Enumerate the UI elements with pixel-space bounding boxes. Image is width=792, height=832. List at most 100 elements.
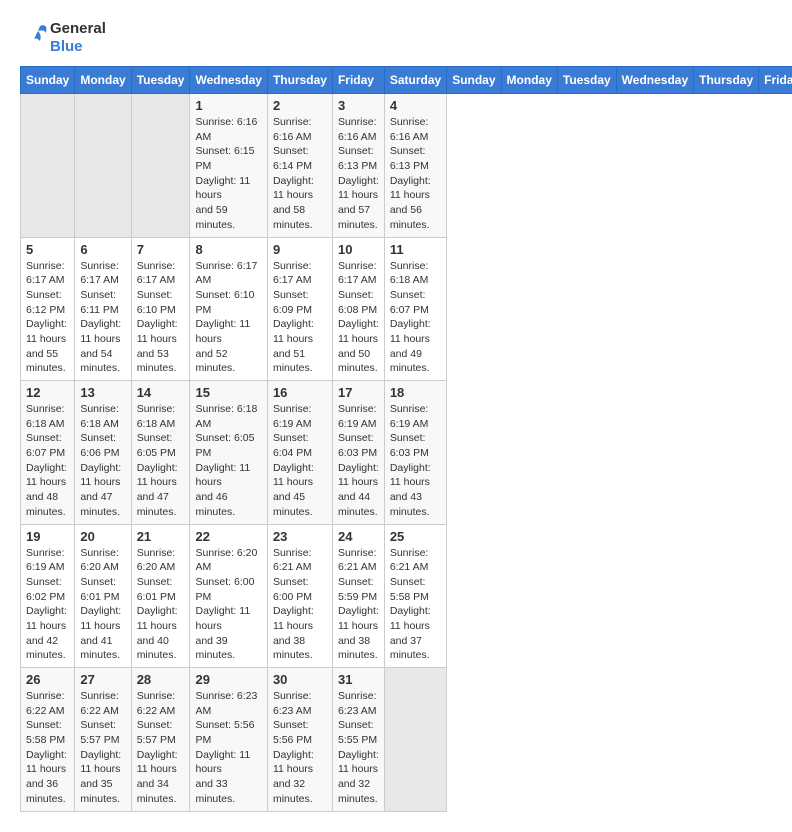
day-number: 13 (80, 385, 125, 400)
calendar-cell: 21Sunrise: 6:20 AM Sunset: 6:01 PM Dayli… (131, 524, 190, 668)
day-info: Sunrise: 6:21 AM Sunset: 5:59 PM Dayligh… (338, 546, 379, 664)
calendar-cell: 27 Sunrise: 6:22 AM Sunset: 5:57 PM Dayli… (75, 668, 131, 812)
day-number: 20 (80, 529, 125, 544)
day-number: 4 (390, 98, 441, 113)
logo-bird-icon (20, 21, 50, 56)
day-number: 3 (338, 98, 379, 113)
header-sunday: Sunday (447, 67, 501, 94)
header-wednesday: Wednesday (616, 67, 693, 94)
day-info: Sunrise: 6:23 AM Sunset: 5:55 PM Dayligh… (338, 689, 379, 807)
day-info: Sunrise: 6:17 AM Sunset: 6:12 PM Dayligh… (26, 259, 69, 377)
day-number: 7 (137, 242, 185, 257)
header-thursday: Thursday (267, 67, 332, 94)
calendar-cell: 7 Sunrise: 6:17 AM Sunset: 6:10 PM Daylig… (131, 237, 190, 381)
header-monday: Monday (501, 67, 557, 94)
day-info: Sunrise: 6:20 AM Sunset: 6:01 PM Dayligh… (137, 546, 185, 664)
day-number: 23 (273, 529, 327, 544)
day-number: 31 (338, 672, 379, 687)
header-sunday: Sunday (21, 67, 75, 94)
calendar-cell: 15 Sunrise: 6:18 AM Sunset: 6:05 PM Dayli… (190, 381, 267, 525)
day-number: 2 (273, 98, 327, 113)
day-info: Sunrise: 6:20 AM Sunset: 6:00 PM Dayligh… (195, 546, 261, 664)
calendar-cell: 8Sunrise: 6:17 AM Sunset: 6:10 PM Daylig… (190, 237, 267, 381)
day-info: Sunrise: 6:21 AM Sunset: 6:00 PM Dayligh… (273, 546, 327, 664)
day-number: 15 (195, 385, 261, 400)
day-number: 10 (338, 242, 379, 257)
header-friday: Friday (759, 67, 792, 94)
calendar-cell: 3 Sunrise: 6:16 AM Sunset: 6:13 PM Daylig… (332, 94, 384, 238)
day-info: Sunrise: 6:18 AM Sunset: 6:07 PM Dayligh… (390, 259, 441, 377)
calendar-cell: 20 Sunrise: 6:20 AM Sunset: 6:01 PM Dayli… (75, 524, 131, 668)
day-info: Sunrise: 6:18 AM Sunset: 6:07 PM Dayligh… (26, 402, 69, 520)
logo: General Blue (20, 20, 106, 56)
calendar-cell (131, 94, 190, 238)
logo-text: General Blue (50, 20, 106, 56)
logo-container: General Blue (20, 20, 106, 56)
calendar-cell: 31 Sunrise: 6:23 AM Sunset: 5:55 PM Dayli… (332, 668, 384, 812)
header-monday: Monday (75, 67, 131, 94)
calendar-cell: 18Sunrise: 6:19 AM Sunset: 6:03 PM Dayli… (384, 381, 446, 525)
calendar-cell: 10 Sunrise: 6:17 AM Sunset: 6:08 PM Dayli… (332, 237, 384, 381)
header-saturday: Saturday (384, 67, 446, 94)
day-info: Sunrise: 6:22 AM Sunset: 5:57 PM Dayligh… (137, 689, 185, 807)
day-info: Sunrise: 6:18 AM Sunset: 6:06 PM Dayligh… (80, 402, 125, 520)
calendar-cell (75, 94, 131, 238)
day-number: 27 (80, 672, 125, 687)
day-number: 30 (273, 672, 327, 687)
day-number: 22 (195, 529, 261, 544)
calendar-cell: 4 Sunrise: 6:16 AM Sunset: 6:13 PM Daylig… (384, 94, 446, 238)
day-number: 6 (80, 242, 125, 257)
calendar-cell: 11 Sunrise: 6:18 AM Sunset: 6:07 PM Dayli… (384, 237, 446, 381)
day-info: Sunrise: 6:16 AM Sunset: 6:13 PM Dayligh… (390, 115, 441, 233)
day-info: Sunrise: 6:22 AM Sunset: 5:58 PM Dayligh… (26, 689, 69, 807)
logo-line1: General (50, 20, 106, 38)
day-info: Sunrise: 6:17 AM Sunset: 6:11 PM Dayligh… (80, 259, 125, 377)
calendar-cell: 17 Sunrise: 6:19 AM Sunset: 6:03 PM Dayli… (332, 381, 384, 525)
calendar-table: SundayMondayTuesdayWednesdayThursdayFrid… (20, 66, 792, 812)
header-tuesday: Tuesday (131, 67, 190, 94)
day-info: Sunrise: 6:20 AM Sunset: 6:01 PM Dayligh… (80, 546, 125, 664)
day-info: Sunrise: 6:17 AM Sunset: 6:08 PM Dayligh… (338, 259, 379, 377)
calendar-cell: 26Sunrise: 6:22 AM Sunset: 5:58 PM Dayli… (21, 668, 75, 812)
day-number: 29 (195, 672, 261, 687)
calendar-cell: 2 Sunrise: 6:16 AM Sunset: 6:14 PM Daylig… (267, 94, 332, 238)
day-info: Sunrise: 6:17 AM Sunset: 6:10 PM Dayligh… (137, 259, 185, 377)
calendar-cell (384, 668, 446, 812)
day-info: Sunrise: 6:16 AM Sunset: 6:13 PM Dayligh… (338, 115, 379, 233)
day-info: Sunrise: 6:19 AM Sunset: 6:02 PM Dayligh… (26, 546, 69, 664)
calendar-cell: 29 Sunrise: 6:23 AM Sunset: 5:56 PM Dayli… (190, 668, 267, 812)
week-row-4: 19 Sunrise: 6:19 AM Sunset: 6:02 PM Dayli… (21, 524, 792, 668)
day-info: Sunrise: 6:19 AM Sunset: 6:03 PM Dayligh… (338, 402, 379, 520)
day-number: 28 (137, 672, 185, 687)
day-info: Sunrise: 6:23 AM Sunset: 5:56 PM Dayligh… (195, 689, 261, 807)
day-number: 17 (338, 385, 379, 400)
day-info: Sunrise: 6:16 AM Sunset: 6:14 PM Dayligh… (273, 115, 327, 233)
day-number: 19 (26, 529, 69, 544)
day-info: Sunrise: 6:22 AM Sunset: 5:57 PM Dayligh… (80, 689, 125, 807)
calendar-cell: 1Sunrise: 6:16 AM Sunset: 6:15 PM Daylig… (190, 94, 267, 238)
day-number: 25 (390, 529, 441, 544)
header-wednesday: Wednesday (190, 67, 267, 94)
header-friday: Friday (332, 67, 384, 94)
calendar-cell: 19 Sunrise: 6:19 AM Sunset: 6:02 PM Dayli… (21, 524, 75, 668)
day-number: 18 (390, 385, 441, 400)
calendar-cell: 22 Sunrise: 6:20 AM Sunset: 6:00 PM Dayli… (190, 524, 267, 668)
day-number: 14 (137, 385, 185, 400)
calendar-header-row: SundayMondayTuesdayWednesdayThursdayFrid… (21, 67, 792, 94)
day-info: Sunrise: 6:18 AM Sunset: 6:05 PM Dayligh… (137, 402, 185, 520)
day-number: 11 (390, 242, 441, 257)
calendar-cell: 9Sunrise: 6:17 AM Sunset: 6:09 PM Daylig… (267, 237, 332, 381)
calendar-cell: 24Sunrise: 6:21 AM Sunset: 5:59 PM Dayli… (332, 524, 384, 668)
day-number: 8 (195, 242, 261, 257)
day-number: 5 (26, 242, 69, 257)
calendar-cell: 14 Sunrise: 6:18 AM Sunset: 6:05 PM Dayli… (131, 381, 190, 525)
calendar-cell (21, 94, 75, 238)
calendar-cell: 30Sunrise: 6:23 AM Sunset: 5:56 PM Dayli… (267, 668, 332, 812)
week-row-2: 5 Sunrise: 6:17 AM Sunset: 6:12 PM Daylig… (21, 237, 792, 381)
header-thursday: Thursday (694, 67, 759, 94)
day-info: Sunrise: 6:18 AM Sunset: 6:05 PM Dayligh… (195, 402, 261, 520)
calendar-cell: 5 Sunrise: 6:17 AM Sunset: 6:12 PM Daylig… (21, 237, 75, 381)
calendar-cell: 23 Sunrise: 6:21 AM Sunset: 6:00 PM Dayli… (267, 524, 332, 668)
day-info: Sunrise: 6:16 AM Sunset: 6:15 PM Dayligh… (195, 115, 261, 233)
day-info: Sunrise: 6:17 AM Sunset: 6:09 PM Dayligh… (273, 259, 327, 377)
